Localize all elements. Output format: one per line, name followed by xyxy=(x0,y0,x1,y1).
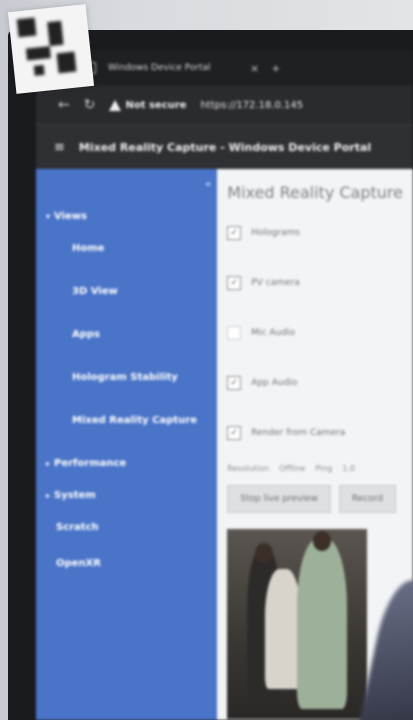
option-link[interactable]: Offline xyxy=(279,464,305,473)
sidebar-group-system[interactable]: ▸ System xyxy=(36,484,217,506)
checkbox[interactable] xyxy=(227,326,242,340)
option-link[interactable]: Ping xyxy=(315,464,332,473)
sidebar-group-label: Views xyxy=(54,210,87,222)
url-field[interactable]: https://172.18.0.145 xyxy=(200,100,303,111)
hamburger-menu-icon[interactable]: ≡ xyxy=(54,140,65,155)
marker-pattern-icon xyxy=(16,13,83,82)
caret-right-icon: ▸ xyxy=(46,458,51,468)
tab-title[interactable]: Windows Device Portal xyxy=(108,63,238,73)
sidebar-group-performance[interactable]: ▸ Performance xyxy=(36,452,217,474)
new-tab-button[interactable]: + xyxy=(271,62,280,75)
preview-person xyxy=(265,569,302,689)
page-title: Mixed Reality Capture - Windows Device P… xyxy=(78,140,372,154)
sidebar-group-views[interactable]: ▾ Views xyxy=(36,205,217,227)
browser-window: Windows Device Portal × + ← ↻ Not secure… xyxy=(36,50,413,720)
record-button[interactable]: Record xyxy=(338,485,396,513)
options-link-row: Resolution Offline Ping 1.0 xyxy=(227,464,403,473)
collapse-sidebar-icon[interactable]: « xyxy=(205,179,211,190)
setting-app-audio[interactable]: ✓ App Audio xyxy=(227,372,403,394)
option-link[interactable]: 1.0 xyxy=(342,464,355,473)
photo-scene: Windows Device Portal × + ← ↻ Not secure… xyxy=(0,0,413,720)
setting-render-from-camera[interactable]: ✓ Render from Camera xyxy=(227,422,403,444)
sidebar-group-label: Performance xyxy=(54,457,127,469)
sidebar-item-mixed-reality-capture[interactable]: Mixed Reality Capture xyxy=(36,409,217,431)
security-indicator[interactable]: Not secure xyxy=(109,99,187,111)
setting-label: Mic Audio xyxy=(251,328,295,338)
sidebar: « ▾ Views Home 3D View Apps Hologram Sta… xyxy=(36,169,218,720)
sidebar-item-hologram-stability[interactable]: Hologram Stability xyxy=(36,366,217,388)
main-title: Mixed Reality Capture xyxy=(227,183,403,202)
setting-label: App Audio xyxy=(251,378,298,388)
setting-mic-audio[interactable]: Mic Audio xyxy=(227,322,403,344)
stop-live-preview-button[interactable]: Stop live preview xyxy=(227,485,331,513)
sidebar-item-openxr[interactable]: OpenXR xyxy=(36,552,217,574)
setting-label: Holograms xyxy=(251,228,300,238)
address-bar: ← ↻ Not secure https://172.18.0.145 xyxy=(36,86,413,124)
fiducial-marker xyxy=(7,4,95,94)
warning-icon xyxy=(109,99,122,111)
setting-label: PV camera xyxy=(251,278,300,288)
sidebar-item-home[interactable]: Home xyxy=(36,237,217,259)
checkbox[interactable]: ✓ xyxy=(227,426,242,440)
sidebar-item-apps[interactable]: Apps xyxy=(36,323,217,345)
sidebar-item-3d-view[interactable]: 3D View xyxy=(36,280,217,302)
checkbox[interactable]: ✓ xyxy=(227,276,242,290)
sidebar-item-scratch[interactable]: Scratch xyxy=(36,516,217,538)
preview-person xyxy=(297,539,348,709)
back-arrow-icon[interactable]: ← xyxy=(58,97,70,113)
sidebar-group-label: System xyxy=(54,489,96,501)
setting-label: Render from Camera xyxy=(251,428,346,438)
not-secure-label: Not secure xyxy=(125,99,187,111)
checkbox[interactable]: ✓ xyxy=(227,226,242,240)
app-body: « ▾ Views Home 3D View Apps Hologram Sta… xyxy=(36,169,413,720)
tab-close-button[interactable]: × xyxy=(250,62,259,75)
app-header: ≡ Mixed Reality Capture - Windows Device… xyxy=(36,124,413,169)
button-row: Stop live preview Record xyxy=(227,485,403,513)
setting-holograms[interactable]: ✓ Holograms xyxy=(227,222,403,244)
caret-right-icon: ▸ xyxy=(46,490,51,500)
setting-pv-camera[interactable]: ✓ PV camera xyxy=(227,272,403,294)
reload-icon[interactable]: ↻ xyxy=(84,97,96,113)
option-link[interactable]: Resolution xyxy=(227,464,269,473)
checkbox[interactable]: ✓ xyxy=(227,376,242,390)
caret-down-icon: ▾ xyxy=(46,211,51,221)
live-preview-image xyxy=(227,529,368,719)
